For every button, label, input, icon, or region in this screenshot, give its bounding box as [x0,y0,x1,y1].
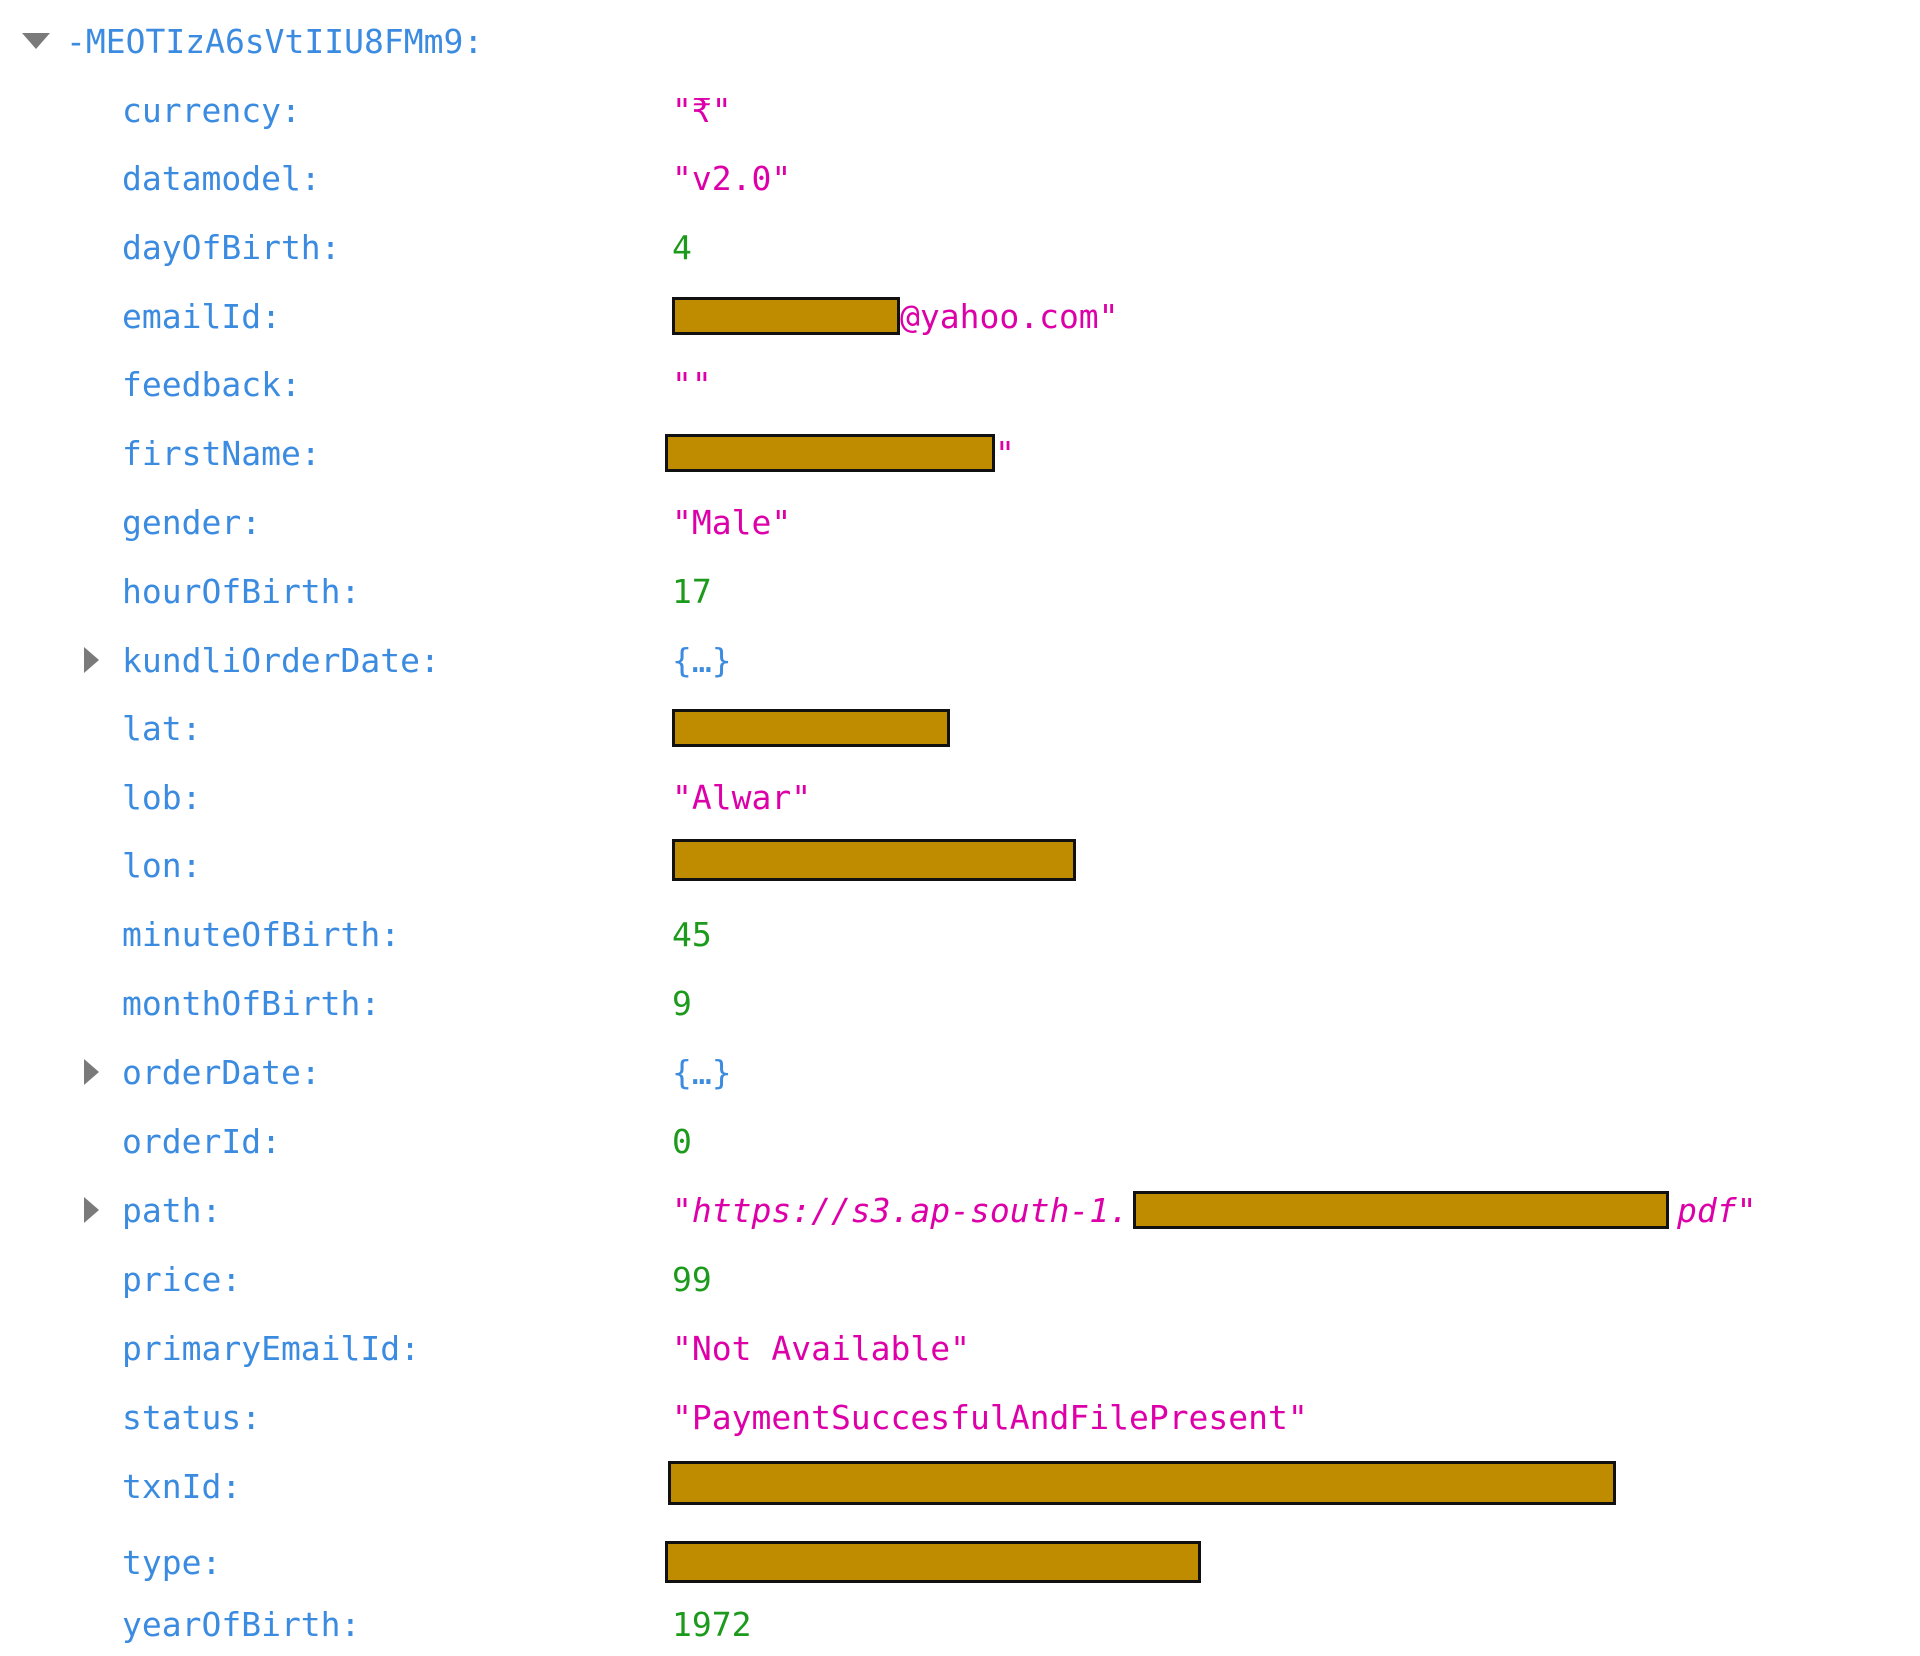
tree-row-emailid: emailId: @yahoo.com" [0,288,1920,344]
field-value: "Not Available" [672,1328,971,1368]
field-value [665,1541,1201,1583]
tree-row-minuteofbirth: minuteOfBirth: 45 [0,906,1920,962]
redaction-box [668,1461,1616,1505]
field-value: " [665,434,1015,473]
field-key: price: [122,1259,242,1299]
field-value: "PaymentSuccesfulAndFilePresent" [672,1397,1308,1437]
field-key: type: [122,1542,222,1582]
field-key: emailId: [122,296,281,336]
field-key: txnId: [122,1467,242,1506]
field-key: firstName: [122,433,321,473]
field-key: status: [122,1397,262,1437]
field-key: feedback: [122,364,301,404]
field-value [672,839,1076,881]
field-value: "Male" [672,502,792,542]
field-value-collapsed-object[interactable]: {…} [672,641,732,680]
chevron-down-icon[interactable] [22,33,50,49]
tree-row-feedback: feedback: "" [0,356,1920,412]
field-key: gender: [122,502,262,542]
field-value: "v2.0" [672,158,792,198]
field-value: 0 [672,1121,692,1161]
field-value: "Alwar" [672,777,812,817]
field-value: 9 [672,983,692,1023]
field-value [672,709,950,747]
field-key: orderDate: [122,1052,321,1092]
field-key: lat: [122,708,202,748]
field-key: yearOfBirth: [122,1604,361,1644]
redaction-box [672,297,900,335]
field-value-prefix: "https://s3.ap-south-1. [672,1190,1129,1230]
tree-row-dayofbirth: dayOfBirth: 4 [0,219,1920,275]
field-key: orderId: [122,1121,281,1161]
field-value: 17 [672,571,712,611]
field-value: @yahoo.com" [672,297,1119,336]
tree-row-monthofbirth: monthOfBirth: 9 [0,975,1920,1031]
tree-row-lat: lat: [0,700,1920,756]
redaction-box [672,839,1076,881]
tree-row-path[interactable]: path: "https://s3.ap-south-1. pdf" [0,1182,1920,1238]
tree-row-price: price: 99 [0,1251,1920,1307]
field-value: "https://s3.ap-south-1. pdf" [672,1191,1756,1230]
field-key: hourOfBirth: [122,571,361,611]
field-key: lon: [122,846,202,885]
chevron-right-icon[interactable] [84,1197,99,1223]
tree-row-datamodel: datamodel: "v2.0" [0,150,1920,206]
field-key: minuteOfBirth: [122,914,401,954]
field-key: monthOfBirth: [122,983,381,1023]
redaction-box [665,1541,1201,1583]
root-node-key: -MEOTIzA6sVtIIU8FMm9: [66,21,484,61]
field-value-suffix: pdf" [1676,1190,1757,1230]
field-value: 4 [672,227,692,267]
field-key: dayOfBirth: [122,227,341,267]
field-key: datamodel: [122,158,321,198]
field-key: lob: [122,777,202,817]
field-key: kundliOrderDate: [122,640,440,680]
tree-row-gender: gender: "Male" [0,494,1920,550]
chevron-right-icon[interactable] [84,647,99,673]
tree-row-type: type: [0,1534,1920,1590]
tree-row-kundliorderdate[interactable]: kundliOrderDate: {…} [0,632,1920,688]
redaction-box [1132,1191,1669,1229]
tree-row-currency: currency: "₹" [0,82,1920,138]
field-key: path: [122,1190,222,1230]
tree-row-lob: lob: "Alwar" [0,769,1920,825]
tree-row-orderdate[interactable]: orderDate: {…} [0,1044,1920,1100]
field-value-suffix: @yahoo.com" [900,296,1119,336]
tree-row-primaryemailid: primaryEmailId: "Not Available" [0,1320,1920,1376]
field-value: 99 [672,1259,712,1299]
field-key: currency: [122,90,301,130]
field-value: 1972 [672,1604,752,1644]
root-node-toggle[interactable]: -MEOTIzA6sVtIIU8FMm9: [20,16,483,66]
field-value [668,1461,1616,1505]
field-value: "₹" [672,90,732,130]
tree-row-orderid: orderId: 0 [0,1113,1920,1169]
tree-row-yearofbirth: yearOfBirth: 1972 [0,1596,1920,1652]
tree-row-status: status: "PaymentSuccesfulAndFilePresent" [0,1389,1920,1445]
redaction-box [665,434,995,472]
chevron-right-icon[interactable] [84,1059,99,1085]
tree-row-firstname: firstName: " [0,425,1920,481]
field-key: primaryEmailId: [122,1328,421,1368]
redaction-box [672,709,950,747]
field-value: "" [672,364,712,404]
tree-row-hourofbirth: hourOfBirth: 17 [0,563,1920,619]
tree-row-lon: lon: [0,832,1920,888]
field-value-suffix: " [995,433,1015,473]
field-value: 45 [672,914,712,954]
field-value-collapsed-object[interactable]: {…} [672,1053,732,1092]
tree-row-txnid: txnId: [0,1455,1920,1511]
